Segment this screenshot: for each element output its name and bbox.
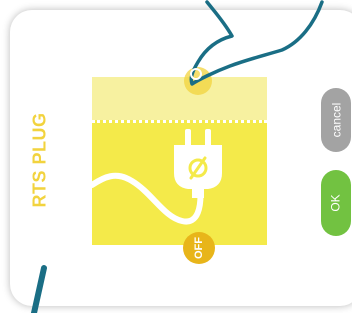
hand-pointer-icon bbox=[189, 0, 324, 86]
stylus-icon bbox=[31, 265, 47, 313]
hand-illustration bbox=[31, 0, 324, 313]
